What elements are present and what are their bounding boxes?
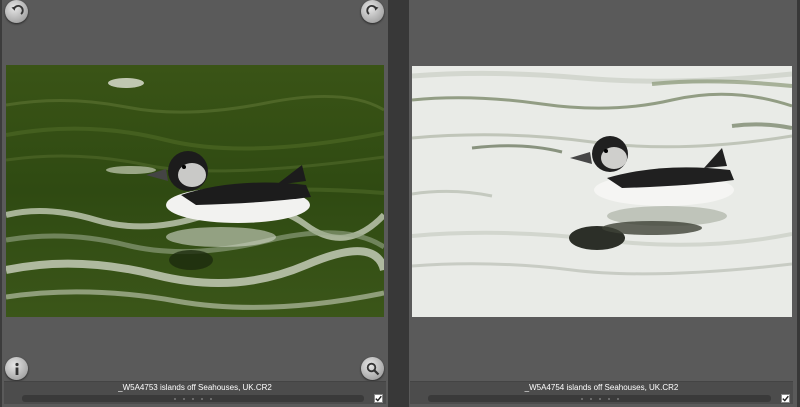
select-checkbox[interactable] — [781, 394, 790, 403]
rating-dot[interactable] — [580, 397, 583, 400]
puffin-photo-green — [6, 65, 384, 317]
info-icon — [14, 362, 19, 375]
puffin-photo-white — [412, 66, 792, 317]
filename-label: _W5A4754 islands off Seahouses, UK.CR2 — [524, 383, 679, 392]
rating-dot[interactable] — [616, 397, 619, 400]
rating-dot[interactable] — [589, 397, 592, 400]
rotate-right-icon — [365, 4, 378, 15]
rating-dot[interactable] — [210, 397, 212, 400]
checkmark-icon — [782, 395, 789, 402]
rating-dot[interactable] — [598, 397, 601, 400]
caption-bar: _W5A4754 islands off Seahouses, UK.CR2 — [410, 381, 793, 404]
rating-dot[interactable] — [192, 397, 194, 400]
image-panel-right: _W5A4754 islands off Seahouses, UK.CR2 — [409, 0, 797, 407]
checkmark-icon — [375, 395, 382, 402]
rating-stars[interactable] — [428, 395, 771, 402]
photo-thumbnail[interactable] — [412, 66, 792, 317]
caption-bar: _W5A4753 islands off Seahouses, UK.CR2 — [4, 381, 386, 404]
rotate-right-button[interactable] — [361, 0, 384, 23]
image-panel-left: _W5A4753 islands off Seahouses, UK.CR2 — [2, 0, 388, 407]
rating-dot[interactable] — [607, 397, 610, 400]
rotate-left-button[interactable] — [5, 0, 28, 23]
rating-dot[interactable] — [201, 397, 203, 400]
rating-dot[interactable] — [174, 397, 176, 400]
rating-stars[interactable] — [22, 395, 364, 402]
select-checkbox[interactable] — [374, 394, 383, 403]
rating-dot[interactable] — [183, 397, 185, 400]
photo-thumbnail[interactable] — [6, 65, 384, 317]
rotate-left-icon — [11, 4, 24, 15]
magnifier-icon — [366, 362, 379, 375]
filename-label: _W5A4753 islands off Seahouses, UK.CR2 — [118, 383, 272, 392]
zoom-button[interactable] — [361, 357, 384, 380]
info-button[interactable] — [5, 357, 28, 380]
panel-divider[interactable] — [388, 0, 409, 407]
